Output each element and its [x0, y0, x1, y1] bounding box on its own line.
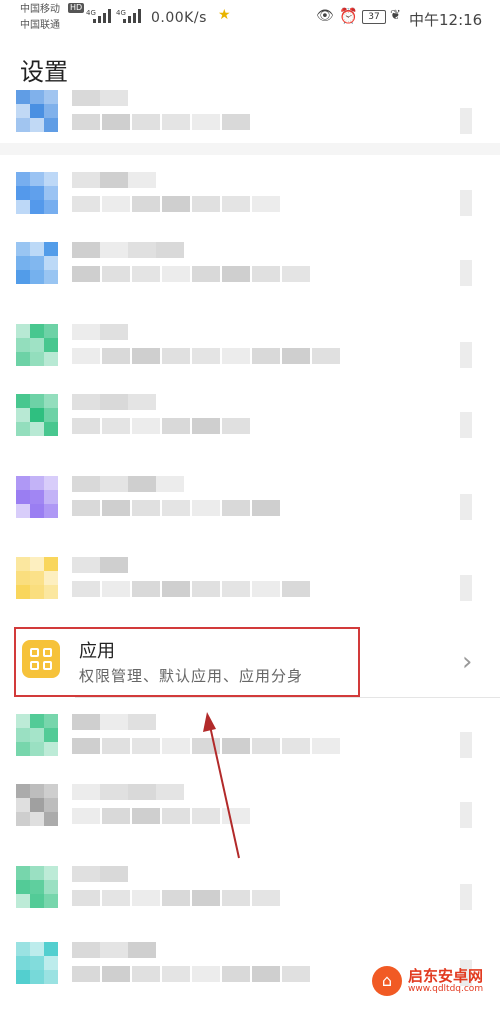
annotation-arrow	[203, 712, 240, 859]
watermark: ⌂ 启东安卓网 www.qdltdq.com	[372, 964, 500, 1000]
watermark-url: www.qdltdq.com	[408, 984, 484, 994]
watermark-name: 启东安卓网	[408, 967, 484, 985]
watermark-logo-icon: ⌂	[372, 966, 402, 996]
